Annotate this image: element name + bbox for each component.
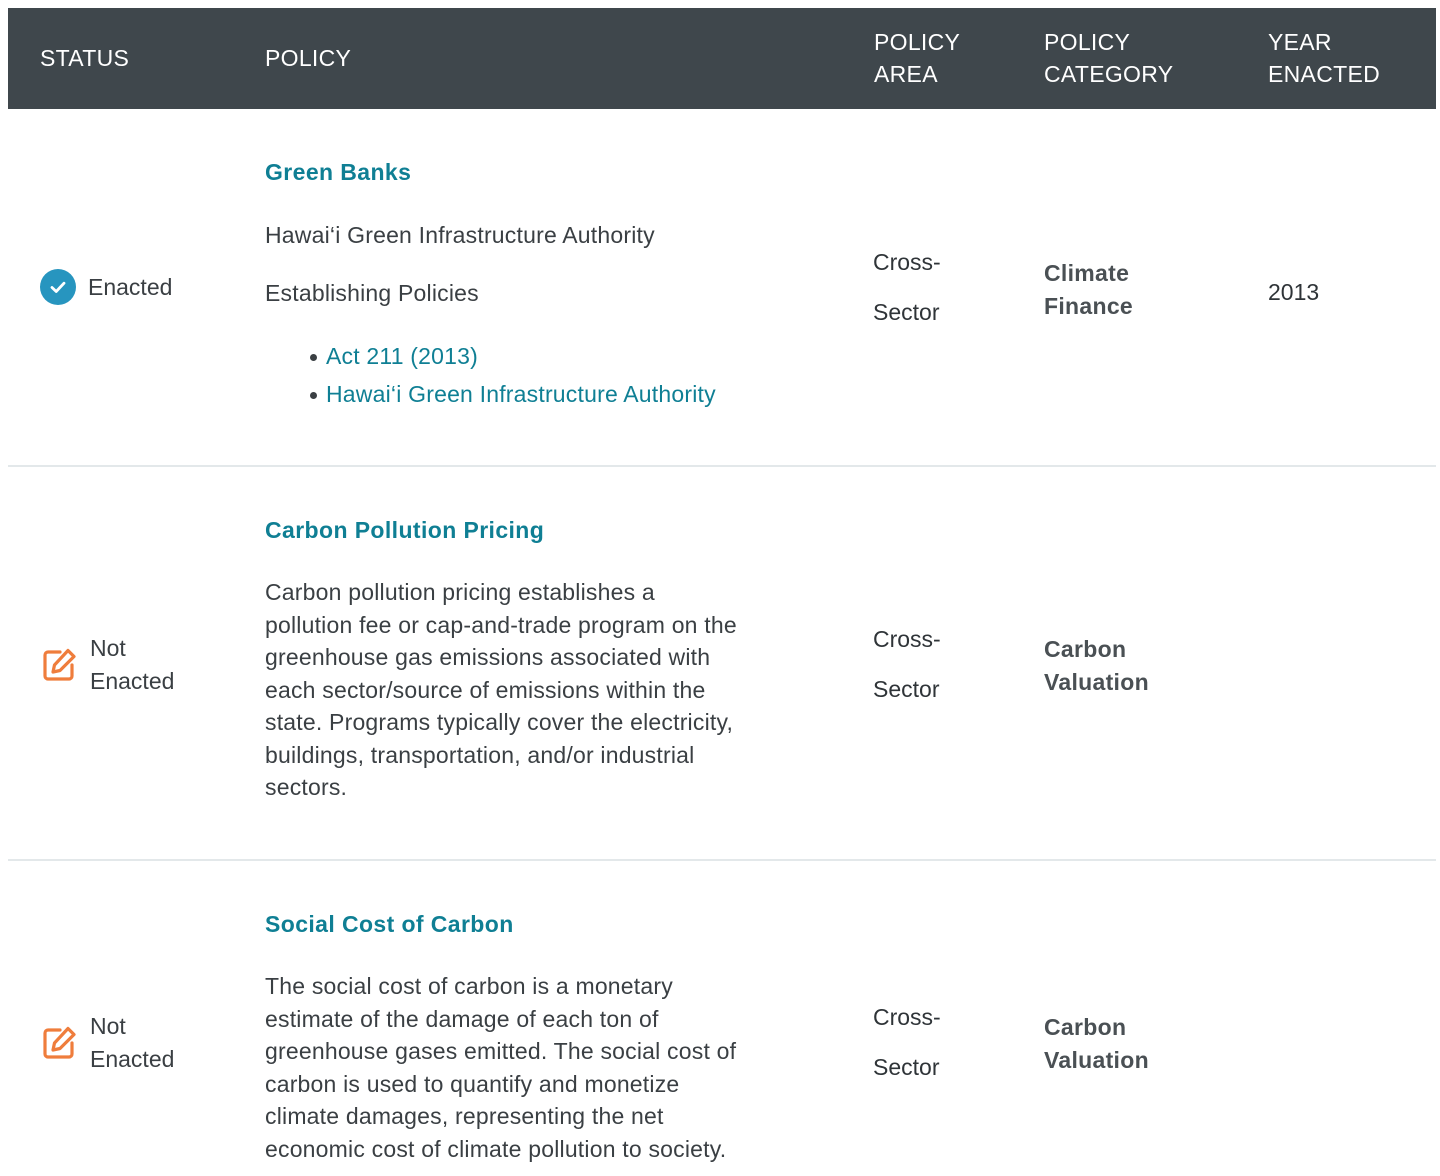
policy-area-line1: Cross- [873, 626, 941, 652]
header-policy-category-line1: POLICY [1044, 29, 1131, 55]
header-policy-area[interactable]: POLICY AREA [874, 26, 960, 90]
description-line: estimate of the damage of each ton of [265, 1005, 659, 1032]
policy-link-hgia[interactable]: Hawai‘i Green Infrastructure Authority [310, 375, 716, 413]
edit-icon [40, 1024, 78, 1062]
policy-title-link[interactable]: Green Banks [265, 159, 411, 186]
table-row: Not Enacted Carbon Pollution Pricing Car… [8, 467, 1436, 860]
header-policy[interactable]: POLICY [265, 42, 351, 74]
policy-title-link[interactable]: Carbon Pollution Pricing [265, 517, 544, 544]
policy-title-link[interactable]: Social Cost of Carbon [265, 911, 514, 938]
description-line: pollution fee or cap-and-trade program o… [265, 611, 737, 638]
description-line: buildings, transportation, and/or indust… [265, 741, 695, 768]
policy-area-line2: Sector [873, 1054, 940, 1080]
table-row: Enacted Green Banks Hawai‘i Green Infras… [8, 109, 1436, 467]
header-policy-area-line1: POLICY [874, 29, 961, 55]
description-line: state. Programs typically cover the elec… [265, 709, 734, 735]
policy-category-line1: Carbon [1044, 1014, 1127, 1040]
policy-link-act-211[interactable]: Act 211 (2013) [310, 337, 716, 375]
check-circle-icon [40, 269, 76, 305]
status-cell: Enacted [40, 269, 172, 305]
description-line: each sector/source of emissions within t… [265, 676, 706, 703]
description-line: sectors. [265, 774, 348, 800]
status-label: Not Enacted [90, 632, 174, 698]
policy-category-line2: Valuation [1044, 1047, 1149, 1073]
header-policy-category-line2: CATEGORY [1044, 61, 1174, 87]
policy-area-line2: Sector [873, 299, 940, 325]
status-label-line1: Not [90, 1013, 126, 1039]
policy-area: Cross- Sector [873, 614, 941, 714]
policy-category-line2: Finance [1044, 293, 1134, 319]
year-enacted: 2013 [1268, 279, 1320, 305]
policy-description: Carbon pollution pricing establishes a p… [265, 576, 737, 804]
header-year-line1: YEAR [1268, 29, 1332, 55]
table-header: STATUS POLICY POLICY AREA POLICY CATEGOR… [8, 8, 1436, 109]
header-status[interactable]: STATUS [40, 42, 129, 74]
status-label-line1: Not [90, 635, 126, 661]
header-policy-category[interactable]: POLICY CATEGORY [1044, 26, 1173, 90]
description-line: greenhouse gases emitted. The social cos… [265, 1038, 737, 1064]
policy-area-line1: Cross- [873, 1004, 941, 1030]
status-label-line2: Enacted [90, 1046, 175, 1072]
policy-description: Hawai‘i Green Infrastructure Authority [265, 222, 655, 248]
status-cell: Not Enacted [40, 632, 174, 698]
policy-category: Carbon Valuation [1044, 1011, 1149, 1077]
policy-category-line1: Carbon [1044, 636, 1127, 662]
policy-category-line1: Climate [1044, 260, 1130, 286]
policy-table: STATUS POLICY POLICY AREA POLICY CATEGOR… [8, 8, 1436, 1162]
policy-area: Cross- Sector [873, 237, 941, 337]
policy-area-line2: Sector [873, 676, 940, 702]
description-line: carbon is used to quantify and monetize [265, 1070, 680, 1097]
policy-subheading: Establishing Policies [265, 280, 479, 306]
policy-category: Climate Finance [1044, 257, 1133, 323]
status-label-line2: Enacted [90, 668, 175, 694]
description-line: Carbon pollution pricing establishes a [265, 579, 655, 605]
description-line: greenhouse gas emissions associated with [265, 644, 711, 670]
policy-area-line1: Cross- [873, 249, 941, 275]
header-year-line2: ENACTED [1268, 61, 1381, 87]
policy-area: Cross- Sector [873, 992, 941, 1092]
policy-description: The social cost of carbon is a monetary … [265, 970, 736, 1165]
description-line: climate damages, representing the net [265, 1103, 664, 1129]
policy-category-line2: Valuation [1044, 669, 1149, 695]
description-line: economic cost of climate pollution to so… [265, 1135, 727, 1162]
policy-links-list: Act 211 (2013) Hawai‘i Green Infrastruct… [310, 337, 716, 413]
description-line: The social cost of carbon is a monetary [265, 973, 673, 999]
status-label: Enacted [88, 273, 173, 300]
policy-category: Carbon Valuation [1044, 633, 1149, 699]
status-cell: Not Enacted [40, 1010, 174, 1076]
header-year-enacted[interactable]: YEAR ENACTED [1268, 26, 1380, 90]
header-policy-area-line2: AREA [874, 61, 938, 87]
edit-icon [40, 646, 78, 684]
table-row: Not Enacted Social Cost of Carbon The so… [8, 861, 1436, 1176]
status-label: Not Enacted [90, 1010, 174, 1076]
